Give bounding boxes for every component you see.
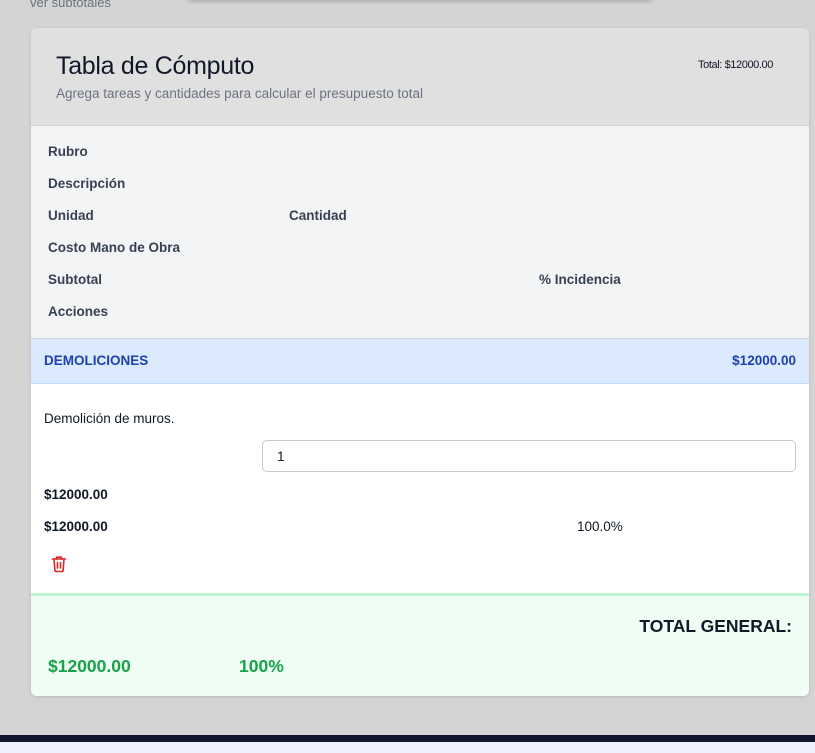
total-general-value: $12000.00 xyxy=(48,656,131,676)
trash-icon[interactable] xyxy=(51,555,67,573)
table-row: Demolición de muros. $12000.00 $12000.00… xyxy=(31,384,809,593)
category-row: DEMOLICIONES $12000.00 xyxy=(31,339,809,384)
column-header-costo: Costo Mano de Obra xyxy=(48,240,181,255)
column-header-descripcion: Descripción xyxy=(48,176,126,191)
ver-subtotales-link[interactable]: ver subtotales xyxy=(30,0,111,10)
category-name: DEMOLICIONES xyxy=(44,353,149,368)
item-costo: $12000.00 xyxy=(44,487,108,502)
column-header-rubro: Rubro xyxy=(48,144,88,159)
item-incidencia: 100.0% xyxy=(577,519,623,534)
computo-card: Tabla de Cómputo Agrega tareas y cantida… xyxy=(31,28,809,696)
page-subtitle: Agrega tareas y cantidades para calcular… xyxy=(56,86,423,101)
column-header-unidad: Unidad xyxy=(48,208,94,223)
header-total: Total: $12000.00 xyxy=(698,59,773,71)
item-subtotal: $12000.00 xyxy=(44,519,108,534)
total-general-footer: TOTAL GENERAL: $12000.00 100% xyxy=(31,593,809,696)
column-header-incidencia: % Incidencia xyxy=(539,272,621,287)
bottom-bar xyxy=(0,735,815,753)
table-header: Rubro Descripción Unidad Cantidad Costo … xyxy=(31,126,809,339)
total-general-percent: 100% xyxy=(239,656,284,676)
page-title: Tabla de Cómputo xyxy=(56,52,255,80)
category-total: $12000.00 xyxy=(732,353,796,368)
total-general-label: TOTAL GENERAL: xyxy=(639,616,792,636)
card-header: Tabla de Cómputo Agrega tareas y cantida… xyxy=(31,28,809,126)
column-header-acciones: Acciones xyxy=(48,304,109,319)
quantity-input[interactable] xyxy=(262,440,796,472)
column-header-subtotal: Subtotal xyxy=(48,272,102,287)
column-header-cantidad: Cantidad xyxy=(289,208,347,223)
item-descripcion: Demolición de muros. xyxy=(44,411,175,426)
